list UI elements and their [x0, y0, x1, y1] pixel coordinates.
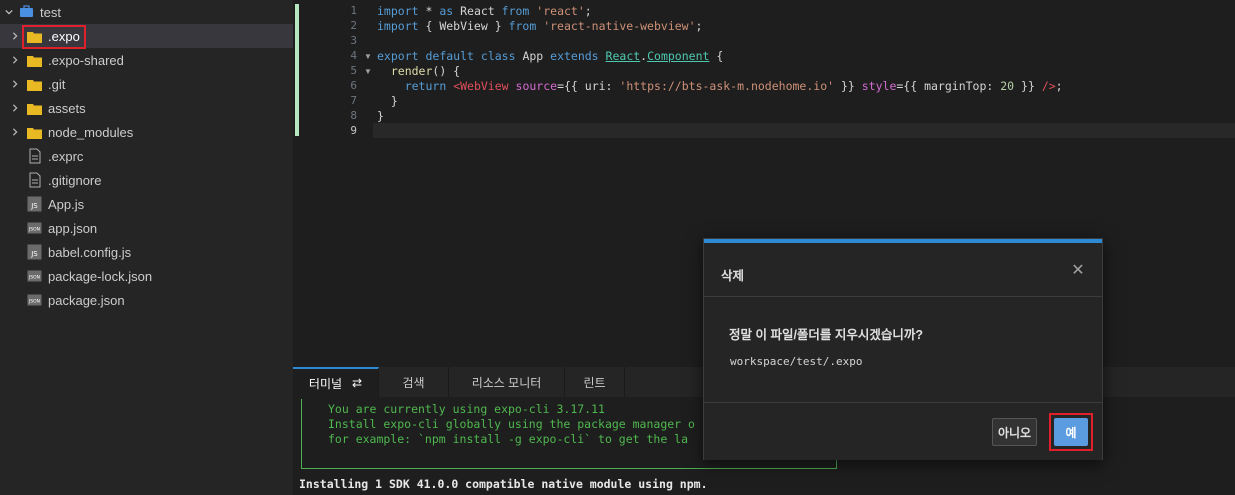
folder-icon: [27, 78, 42, 91]
code-line-1: import * as React from 'react';: [377, 4, 592, 18]
close-icon[interactable]: ✕: [1068, 260, 1088, 280]
terminal-line: You are currently using expo-cli 3.17.11: [328, 402, 605, 416]
tab-resource-monitor[interactable]: 리소스 모니터: [449, 367, 565, 397]
svg-text:JS: JS: [30, 250, 38, 258]
dialog-title: 삭제: [721, 269, 745, 283]
code-line-5: render() {: [390, 64, 461, 78]
active-line: [373, 123, 1235, 138]
svg-text:JSON: JSON: [28, 299, 40, 305]
tree-item-label: package-lock.json: [48, 269, 153, 284]
tree-item-package-json[interactable]: JSON package.json: [0, 288, 293, 312]
tree-item-label: assets: [48, 101, 86, 116]
tree-item-label: .exprc: [48, 149, 84, 164]
line-number: 9: [350, 124, 357, 137]
tab-label: 리소스 모니터: [471, 375, 542, 390]
terminal-output: Installing 1 SDK 41.0.0 compatible nativ…: [299, 477, 708, 491]
chevron-right-icon[interactable]: [10, 103, 20, 113]
tree-item-gitignore[interactable]: .gitignore: [0, 168, 293, 192]
tab-lint[interactable]: 린트: [565, 367, 625, 397]
tree-item-app-js[interactable]: JS App.js: [0, 192, 293, 216]
folder-icon: [27, 54, 42, 67]
json-file-icon: JSON: [27, 220, 42, 236]
js-file-icon: JS: [27, 196, 42, 212]
code-line-8: }: [377, 109, 384, 123]
tree-item-node-modules[interactable]: node_modules: [0, 120, 293, 144]
dialog-header: 삭제 ✕: [704, 243, 1102, 297]
folder-icon: [27, 126, 42, 139]
file-explorer: test .expo .expo-shared .git assets node…: [0, 0, 293, 495]
tree-item-label: .git: [48, 77, 66, 92]
chevron-right-icon[interactable]: [10, 55, 20, 65]
refresh-icon[interactable]: ⇄: [352, 376, 362, 390]
tree-item-exprc[interactable]: .exprc: [0, 144, 293, 168]
file-icon: [28, 148, 42, 164]
tab-label: 린트: [583, 375, 606, 390]
tree-root[interactable]: test: [0, 0, 293, 24]
line-number: 1: [350, 4, 357, 17]
folder-icon: [27, 102, 42, 115]
code-line-7: }: [377, 94, 398, 108]
no-button[interactable]: 아니오: [992, 418, 1037, 446]
line-number: 8: [350, 109, 357, 122]
dialog-path: workspace/test/.expo: [730, 355, 863, 368]
line-number: 5: [350, 64, 357, 77]
tab-search[interactable]: 검색: [379, 367, 449, 397]
fold-arrow-icon[interactable]: ▼: [364, 67, 372, 76]
tree-item-label: .gitignore: [48, 173, 102, 188]
code-line-6: return <WebView source={{ uri: 'https://…: [404, 79, 1063, 93]
tab-label: 검색: [402, 375, 425, 390]
terminal-line: Install expo-cli globally using the pack…: [328, 417, 695, 431]
git-change-indicator: [295, 4, 299, 136]
tree-item-app-json[interactable]: JSON app.json: [0, 216, 293, 240]
json-file-icon: JSON: [27, 292, 42, 308]
tree-item-label: node_modules: [48, 125, 134, 140]
tree-item-label: .expo-shared: [48, 53, 124, 68]
svg-text:JSON: JSON: [28, 275, 40, 281]
code-line-4: export default class App extends React.C…: [377, 49, 724, 63]
file-icon: [28, 172, 42, 188]
tree-item-package-lock[interactable]: JSON package-lock.json: [0, 264, 293, 288]
tree-item-label: babel.config.js: [48, 245, 132, 260]
chevron-right-icon[interactable]: [10, 31, 20, 41]
delete-confirm-dialog: 삭제 ✕ 정말 이 파일/폴더를 지우시겠습니까? workspace/test…: [703, 238, 1103, 460]
svg-text:JSON: JSON: [28, 227, 40, 233]
chevron-right-icon[interactable]: [10, 127, 20, 137]
json-file-icon: JSON: [27, 268, 42, 284]
line-number: 4: [350, 49, 357, 62]
terminal-line: for example: `npm install -g expo-cli` t…: [328, 432, 689, 446]
tree-root-label: test: [40, 5, 61, 20]
fold-arrow-icon[interactable]: ▼: [364, 52, 372, 61]
tree-item-assets[interactable]: assets: [0, 96, 293, 120]
chevron-right-icon[interactable]: [10, 79, 20, 89]
line-number: 6: [350, 79, 357, 92]
line-number: 3: [350, 34, 357, 47]
briefcase-icon: [19, 5, 34, 18]
chevron-down-icon[interactable]: [4, 7, 14, 17]
tree-item-git[interactable]: .git: [0, 72, 293, 96]
tree-item-label: package.json: [48, 293, 125, 308]
tab-terminal[interactable]: 터미널 ⇄: [293, 367, 379, 397]
tree-item-babel-config[interactable]: JS babel.config.js: [0, 240, 293, 264]
js-file-icon: JS: [27, 244, 42, 260]
tree-item-label: App.js: [48, 197, 85, 212]
line-number: 7: [350, 94, 357, 107]
highlight-box: [22, 25, 86, 49]
svg-text:JS: JS: [30, 202, 38, 210]
tab-label: 터미널: [308, 376, 343, 391]
tree-item-expo-shared[interactable]: .expo-shared: [0, 48, 293, 72]
line-number: 2: [350, 19, 357, 32]
yes-button[interactable]: 예: [1054, 418, 1088, 446]
tree-item-label: app.json: [48, 221, 98, 236]
dialog-message: 정말 이 파일/폴더를 지우시겠습니까?: [729, 328, 924, 342]
dialog-footer: 아니오 예: [704, 402, 1102, 460]
code-line-2: import { WebView } from 'react-native-we…: [377, 19, 703, 33]
